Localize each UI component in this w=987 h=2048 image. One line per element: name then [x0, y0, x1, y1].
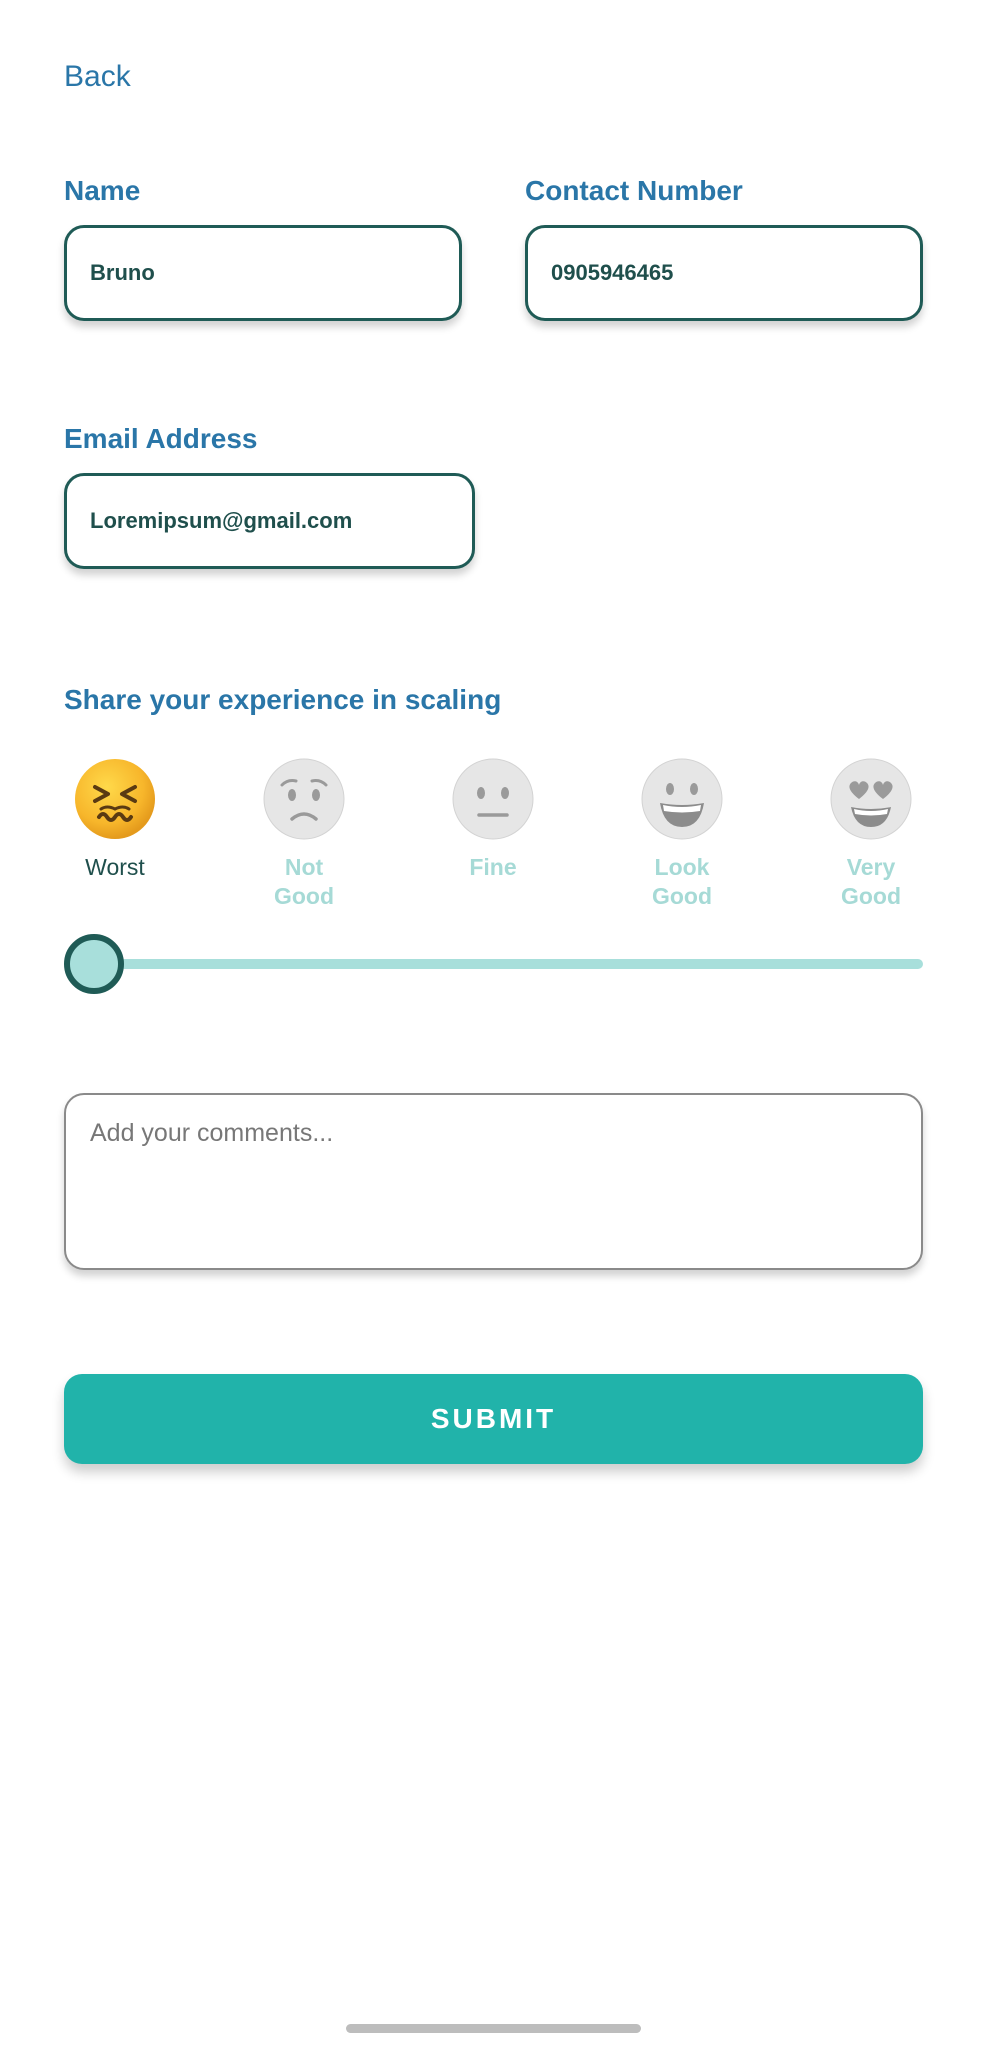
name-input[interactable]	[90, 260, 459, 286]
rating-slider-track[interactable]	[84, 959, 923, 969]
rating-label-line: Worst	[85, 854, 145, 880]
rating-label-line: Fine	[469, 854, 517, 880]
email-input[interactable]	[90, 508, 472, 534]
name-label: Name	[64, 175, 141, 206]
comments-textarea[interactable]	[90, 1119, 897, 1244]
rating-label-worst: Worst	[55, 853, 175, 882]
rating-label-line: Look	[654, 854, 710, 880]
back-link[interactable]: Back	[64, 60, 131, 94]
email-label: Email Address	[64, 423, 258, 454]
rating-label-line: Good	[840, 883, 902, 909]
rating-label-line: Good	[651, 883, 713, 909]
rating-label-fine: Fine	[433, 853, 553, 882]
contact-number-input[interactable]	[551, 260, 920, 286]
rating-label-look-good: Look Good	[622, 853, 742, 911]
confounded-face-icon[interactable]	[73, 757, 157, 841]
name-field-box	[64, 225, 462, 321]
feedback-screen: Back Name Contact Number Email Address S…	[0, 0, 987, 2048]
home-indicator[interactable]	[346, 2024, 641, 2033]
rating-label-line: Not	[284, 854, 324, 880]
email-field-box	[64, 473, 475, 569]
contact-number-label: Contact Number	[525, 175, 743, 206]
comments-box	[64, 1093, 923, 1270]
rating-label-line: Good	[273, 883, 335, 909]
rating-label-line: Very	[846, 854, 896, 880]
sad-face-icon[interactable]	[262, 757, 346, 841]
contact-number-field-box	[525, 225, 923, 321]
submit-button[interactable]: SUBMIT	[64, 1374, 923, 1464]
heart-eyes-face-icon[interactable]	[829, 757, 913, 841]
rating-heading: Share your experience in scaling	[64, 684, 502, 715]
neutral-face-icon[interactable]	[451, 757, 535, 841]
rating-label-not-good: Not Good	[244, 853, 364, 911]
rating-slider-thumb[interactable]	[64, 934, 124, 994]
rating-label-very-good: Very Good	[811, 853, 931, 911]
grinning-face-icon[interactable]	[640, 757, 724, 841]
